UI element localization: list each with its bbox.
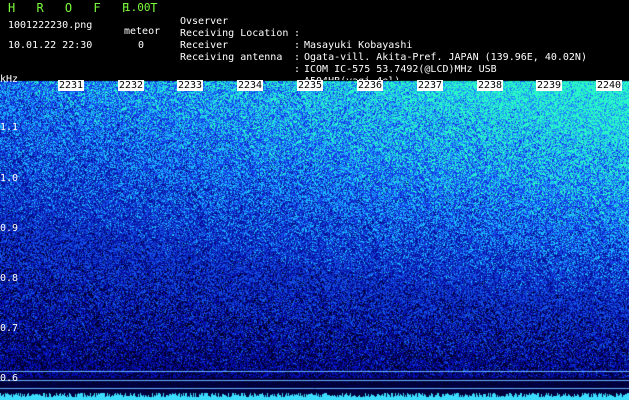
y-tick-label: 0.6 xyxy=(0,373,19,384)
y-unit-label: kHz xyxy=(0,74,19,85)
x-tick-label: 2236 xyxy=(357,80,384,91)
meteor-label: meteor xyxy=(124,26,161,37)
info-colon: : xyxy=(294,40,301,51)
info-value: ICOM IC-575 53.7492(@LCD)MHz USB xyxy=(304,64,497,75)
info-colon: : xyxy=(294,28,301,39)
datetime: 10.01.22 22:30 xyxy=(8,40,93,51)
meteor-count: 0 xyxy=(138,40,145,51)
info-value: Masayuki Kobayashi xyxy=(304,40,413,51)
info-label: Receiving Location xyxy=(180,28,289,39)
x-tick-label: 2234 xyxy=(237,80,264,91)
x-tick-label: 2240 xyxy=(596,80,623,91)
y-tick-label: 0.9 xyxy=(0,223,19,234)
x-tick-label: 2233 xyxy=(177,80,204,91)
spectrogram-canvas xyxy=(0,80,629,400)
y-tick-label: 1.1 xyxy=(0,122,19,133)
filename: 1001222230.png xyxy=(8,20,93,31)
x-tick-label: 2232 xyxy=(118,80,145,91)
app-version: 1.00 xyxy=(124,1,151,14)
info-colon: : xyxy=(294,52,301,63)
info-value: Ogata-vill. Akita-Pref. JAPAN (139.96E, … xyxy=(304,52,587,63)
x-tick-label: 2238 xyxy=(477,80,504,91)
x-tick-label: 2231 xyxy=(58,80,85,91)
y-tick-label: 0.7 xyxy=(0,323,19,334)
y-tick-label: 1.0 xyxy=(0,173,19,184)
x-tick-label: 2235 xyxy=(297,80,324,91)
info-label: Receiving antenna xyxy=(180,52,283,63)
x-tick-label: 2237 xyxy=(417,80,444,91)
x-tick-label: 2239 xyxy=(536,80,563,91)
y-tick-label: 0.8 xyxy=(0,273,19,284)
info-colon: : xyxy=(294,64,301,75)
